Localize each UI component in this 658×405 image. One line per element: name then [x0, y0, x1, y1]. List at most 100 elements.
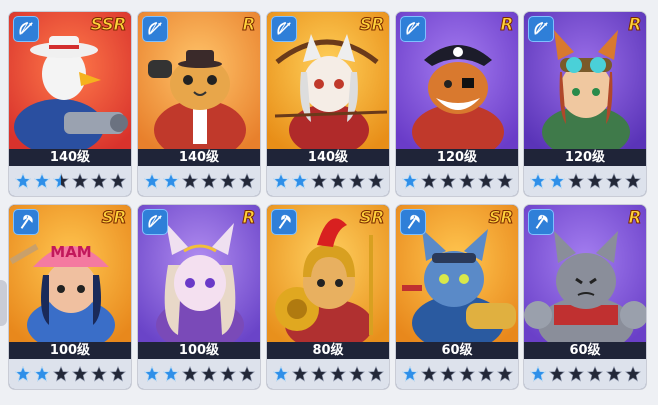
star-icon	[548, 173, 565, 189]
star-icon	[143, 366, 160, 382]
star-icon	[219, 173, 236, 189]
star-icon	[529, 173, 546, 189]
hero-level: 60级	[396, 342, 518, 359]
star-rating	[267, 166, 389, 196]
star-rating	[9, 166, 131, 196]
bow-icon	[400, 16, 426, 42]
star-icon	[238, 173, 255, 189]
star-icon	[605, 366, 622, 382]
star-icon	[548, 366, 565, 382]
star-icon	[14, 173, 31, 189]
star-icon	[33, 366, 50, 382]
star-icon	[181, 366, 198, 382]
star-icon	[496, 366, 513, 382]
hero-card[interactable]: R 140级	[138, 12, 260, 196]
star-icon	[200, 366, 217, 382]
hero-card[interactable]: MAM SR 100级	[9, 205, 131, 389]
bow-icon	[271, 16, 297, 42]
star-icon	[348, 366, 365, 382]
star-icon	[439, 366, 456, 382]
star-icon	[586, 173, 603, 189]
hero-card[interactable]: R 60级	[524, 205, 646, 389]
star-rating	[138, 166, 260, 196]
hero-level: 140级	[267, 149, 389, 166]
star-rating	[138, 359, 260, 389]
axe-icon	[400, 209, 426, 235]
star-icon	[90, 366, 107, 382]
star-icon	[458, 366, 475, 382]
star-icon	[401, 173, 418, 189]
star-icon	[624, 366, 641, 382]
star-icon	[109, 366, 126, 382]
hero-card[interactable]: SSR 140级	[9, 12, 131, 196]
hero-level: 120级	[396, 149, 518, 166]
star-rating	[396, 359, 518, 389]
hero-card[interactable]: R 120级	[524, 12, 646, 196]
star-icon	[420, 366, 437, 382]
star-icon	[272, 173, 289, 189]
axe-icon	[528, 209, 554, 235]
rarity-badge: R	[500, 15, 514, 36]
bow-icon	[142, 16, 168, 42]
star-icon	[439, 173, 456, 189]
rarity-badge: SR	[101, 208, 127, 229]
star-icon	[272, 366, 289, 382]
svg-text:MAM: MAM	[50, 243, 91, 261]
hero-level: 120级	[524, 149, 646, 166]
rarity-badge: SR	[488, 208, 514, 229]
star-icon	[367, 366, 384, 382]
star-rating	[524, 359, 646, 389]
star-icon	[90, 173, 107, 189]
hero-level: 140级	[9, 149, 131, 166]
star-icon	[329, 366, 346, 382]
star-icon	[291, 173, 308, 189]
axe-icon	[271, 209, 297, 235]
hero-card[interactable]: SR 80级	[267, 205, 389, 389]
hero-card[interactable]: R 100级	[138, 205, 260, 389]
star-icon	[367, 173, 384, 189]
star-icon	[624, 173, 641, 189]
rarity-badge: SR	[359, 15, 385, 36]
star-icon	[310, 366, 327, 382]
hero-level: 80级	[267, 342, 389, 359]
rarity-badge: R	[242, 15, 256, 36]
hero-card[interactable]: R 120级	[396, 12, 518, 196]
star-icon	[496, 173, 513, 189]
hero-card[interactable]: SR 60级	[396, 205, 518, 389]
star-icon	[109, 173, 126, 189]
star-icon	[567, 366, 584, 382]
hero-level: 140级	[138, 149, 260, 166]
bow-icon	[528, 16, 554, 42]
hero-level: 100级	[138, 342, 260, 359]
star-icon	[529, 366, 546, 382]
star-icon	[162, 173, 179, 189]
bow-icon	[142, 209, 168, 235]
star-icon	[143, 173, 160, 189]
star-icon	[162, 366, 179, 382]
star-icon	[458, 173, 475, 189]
star-rating	[396, 166, 518, 196]
star-rating	[524, 166, 646, 196]
hero-card[interactable]: SR 140级	[267, 12, 389, 196]
axe-icon	[13, 209, 39, 235]
rarity-badge: SSR	[90, 15, 127, 36]
scroll-left-tab[interactable]	[0, 280, 7, 326]
star-icon	[420, 173, 437, 189]
star-icon	[477, 366, 494, 382]
star-icon	[181, 173, 198, 189]
star-icon	[567, 173, 584, 189]
hero-level: 60级	[524, 342, 646, 359]
star-rating	[267, 359, 389, 389]
hero-level: 100级	[9, 342, 131, 359]
star-icon	[33, 173, 50, 189]
rarity-badge: R	[242, 208, 256, 229]
star-icon	[348, 173, 365, 189]
star-icon	[477, 173, 494, 189]
rarity-badge: R	[628, 208, 642, 229]
star-icon	[586, 366, 603, 382]
star-icon	[14, 366, 31, 382]
star-icon	[238, 366, 255, 382]
rarity-badge: SR	[359, 208, 385, 229]
star-icon	[310, 173, 327, 189]
star-icon	[200, 173, 217, 189]
